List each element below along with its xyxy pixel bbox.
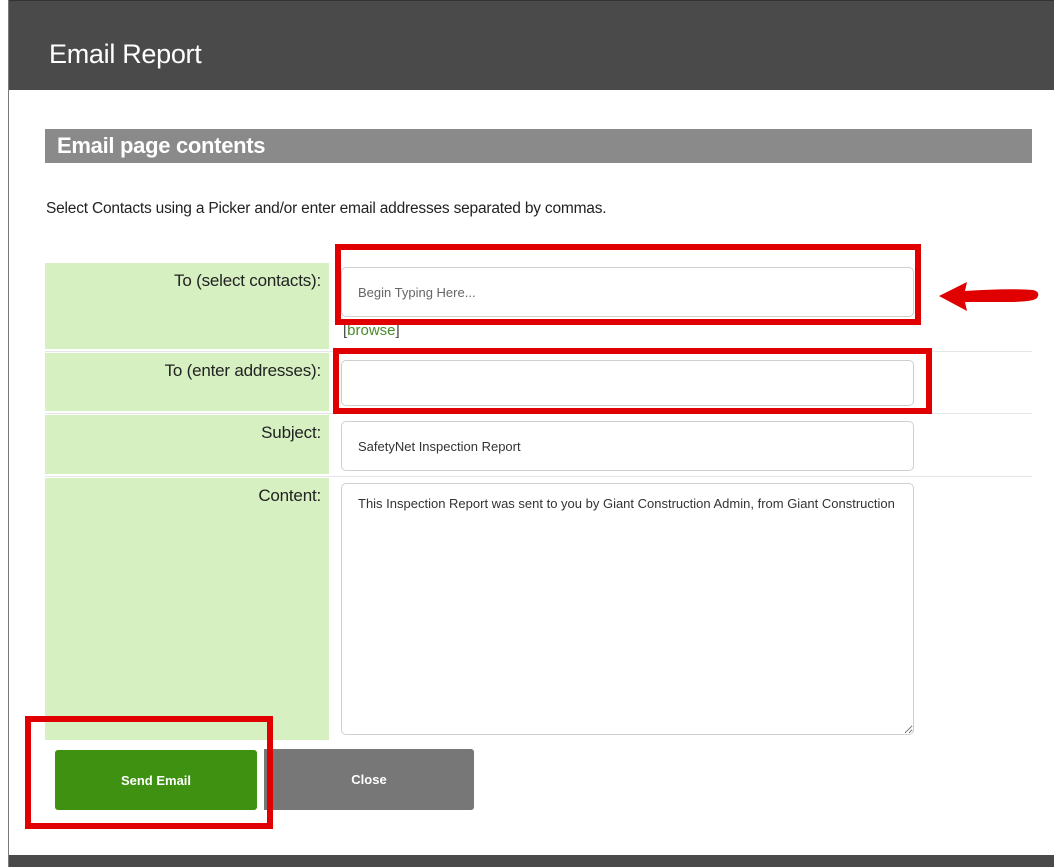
- dialog-titlebar: Email Report: [9, 0, 1054, 90]
- dialog-footer-bar: [9, 855, 1054, 867]
- content-label: Content:: [258, 486, 321, 505]
- to-addresses-label-cell: To (enter addresses):: [45, 353, 329, 411]
- dialog-title: Email Report: [49, 39, 202, 69]
- browse-link-wrapper: [browse]: [343, 322, 400, 339]
- subject-label: Subject:: [261, 423, 321, 442]
- row-divider: [45, 476, 1032, 477]
- row-divider: [45, 351, 1032, 352]
- contact-picker-input[interactable]: [341, 267, 914, 317]
- close-button[interactable]: Close: [264, 749, 474, 810]
- to-contacts-label-cell: To (select contacts):: [45, 263, 329, 349]
- content-label-cell: Content:: [45, 478, 329, 740]
- send-email-button[interactable]: Send Email: [55, 750, 257, 810]
- section-title: Email page contents: [57, 133, 266, 158]
- content-textarea[interactable]: This Inspection Report was sent to you b…: [341, 483, 914, 735]
- to-addresses-label: To (enter addresses):: [164, 361, 322, 380]
- row-divider: [45, 413, 1032, 414]
- instructions-text: Select Contacts using a Picker and/or en…: [46, 200, 607, 217]
- subject-input[interactable]: [341, 421, 914, 471]
- email-addresses-input[interactable]: [341, 360, 914, 406]
- section-header: Email page contents: [45, 129, 1032, 163]
- red-arrow-icon: [939, 282, 1039, 311]
- to-contacts-label: To (select contacts):: [174, 271, 321, 290]
- email-report-dialog: Email Report Email page contents Select …: [8, 0, 1054, 867]
- browse-link[interactable]: browse: [347, 322, 395, 339]
- subject-label-cell: Subject:: [45, 415, 329, 474]
